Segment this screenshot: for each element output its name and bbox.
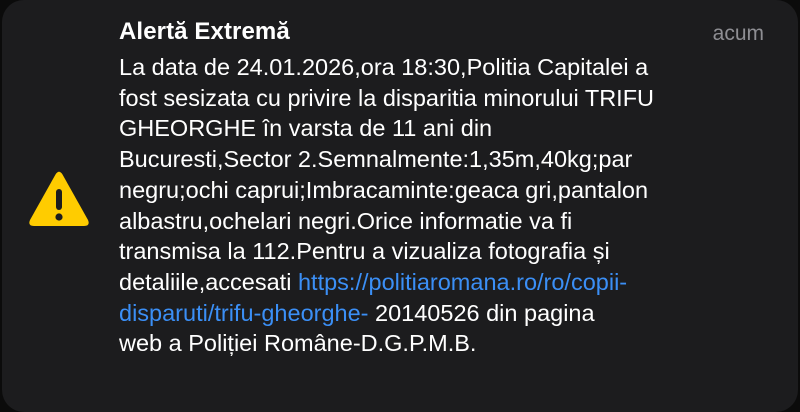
body-line: La data de 24.01.2026,ora 18:30,Politia … xyxy=(119,54,649,80)
body-line: Bucuresti,Sector 2.Semnalmente:1,35m,40k… xyxy=(119,146,633,173)
police-link-part2[interactable]: disparuti/trifu-gheorghe- xyxy=(119,300,369,326)
notification-body: La data de 24.01.2026,ora 18:30,Politia … xyxy=(119,52,779,359)
body-line: transmisa la 112.Pentru a vizualiza foto… xyxy=(119,238,610,265)
notification-time: acum xyxy=(712,22,764,45)
body-text: detaliile,accesati xyxy=(119,268,298,295)
warning-triangle-icon xyxy=(28,170,90,228)
body-text: 20140526 din pagina xyxy=(368,299,595,326)
police-link-part1[interactable]: https://politiaromana.ro/ro/copii- xyxy=(298,269,627,295)
emergency-alert-notification[interactable]: Alertă Extremă acum La data de 24.01.202… xyxy=(2,0,798,412)
body-line: negru;ochi caprui;Imbracaminte:geaca gri… xyxy=(119,176,649,203)
body-line: GHEORGHE în varsta de 11 ani din xyxy=(119,115,493,142)
body-line: detaliile,accesati https://politiaromana… xyxy=(119,267,779,298)
notification-title: Alertă Extremă xyxy=(119,18,290,45)
notification-header: Alertă Extremă acum xyxy=(119,14,768,52)
body-line: fost sesizata cu privire la disparitia m… xyxy=(119,84,655,111)
body-line: disparuti/trifu-gheorghe- 20140526 din p… xyxy=(119,298,779,329)
notification-content: Alertă Extremă acum La data de 24.01.202… xyxy=(119,14,768,359)
body-line: web a Poliției Române-D.G.P.M.B. xyxy=(119,330,477,357)
body-line: albastru,ochelari negri.Orice informatie… xyxy=(119,207,573,234)
